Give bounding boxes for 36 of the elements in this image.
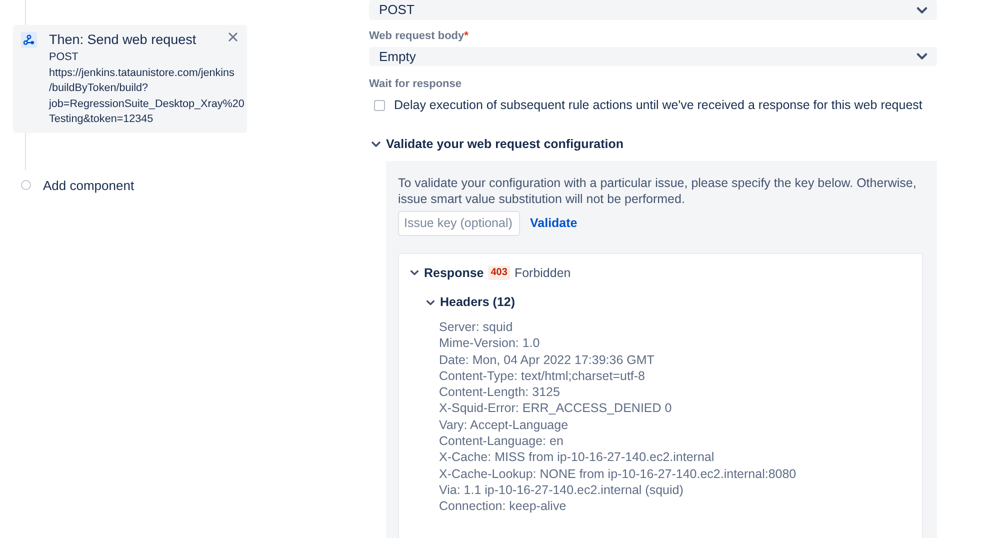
step-detail: POST xyxy=(49,50,80,65)
header-line: Via: 1.1 ip-10-16-27-140.ec2.internal (squid) xyxy=(439,482,684,498)
close-icon[interactable] xyxy=(228,32,238,42)
header-line: Date: Mon, 04 Apr 2022 17:39:36 GMT xyxy=(439,352,656,368)
section-heading[interactable]: Validate your web request configuration xyxy=(386,134,624,154)
step-detail: job=RegressionSuite_Desktop_Xray%20 xyxy=(49,96,244,112)
checkbox-label: Delay execution of subsequent rule actions until we've received a response for this web request xyxy=(394,97,922,114)
dropdown-field[interactable]: POST xyxy=(369,0,937,20)
header-line: Mime-Version: 1.0 xyxy=(439,335,541,352)
step-detail: /buildByToken/build? xyxy=(49,81,150,96)
header-line: Connection: keep-alive xyxy=(439,498,568,515)
validate-link[interactable]: Validate xyxy=(530,214,578,232)
step-card[interactable]: Then: Send web request POST https://jenkins.tataunistore.com/jenkins /buildByToken/build? job=RegressionSuite_Desktop_Xray%20 Testing&token=12345 xyxy=(13,25,247,132)
header-line: X-Cache-Lookup: NONE from ip-10-16-27-140.ec2.internal:8080 xyxy=(439,466,798,482)
header-line: Content-Language: en xyxy=(439,433,564,450)
dropdown-field[interactable]: Empty xyxy=(369,46,937,66)
field-label: Wait for response xyxy=(369,77,462,91)
header-line: Content-Length: 3125 xyxy=(439,384,561,400)
status-text: Forbidden xyxy=(514,264,571,282)
description-text: To validate your configuration with a particular issue, please specify the key below. Otherwise, issue smart value substitution will not be performed. xyxy=(398,174,918,206)
header-line: Vary: Accept-Language xyxy=(439,416,570,434)
response-label[interactable]: Response xyxy=(424,264,484,282)
add-component-link[interactable]: Add component xyxy=(43,176,134,195)
header-line: Server: squid xyxy=(439,319,514,336)
webhook-icon xyxy=(21,32,37,48)
checkbox[interactable] xyxy=(374,100,385,111)
header-line: Content-Type: text/html;charset=utf-8 xyxy=(439,368,646,384)
header-line: X-Cache: MISS from ip-10-16-27-140.ec2.internal xyxy=(439,449,716,466)
step-title: Then: Send web request xyxy=(49,31,196,49)
status-code-badge: 403 xyxy=(488,266,510,280)
issue-key-field[interactable]: Issue key (optional) xyxy=(398,210,520,236)
field-label: Web request body* xyxy=(369,28,468,42)
step-detail: Testing&token=12345 xyxy=(49,112,154,127)
headers-label[interactable]: Headers (12) xyxy=(440,293,516,312)
header-line: X-Squid-Error: ERR_ACCESS_DENIED 0 xyxy=(439,400,673,417)
step-detail: https://jenkins.tataunistore.com/jenkins xyxy=(49,66,236,80)
